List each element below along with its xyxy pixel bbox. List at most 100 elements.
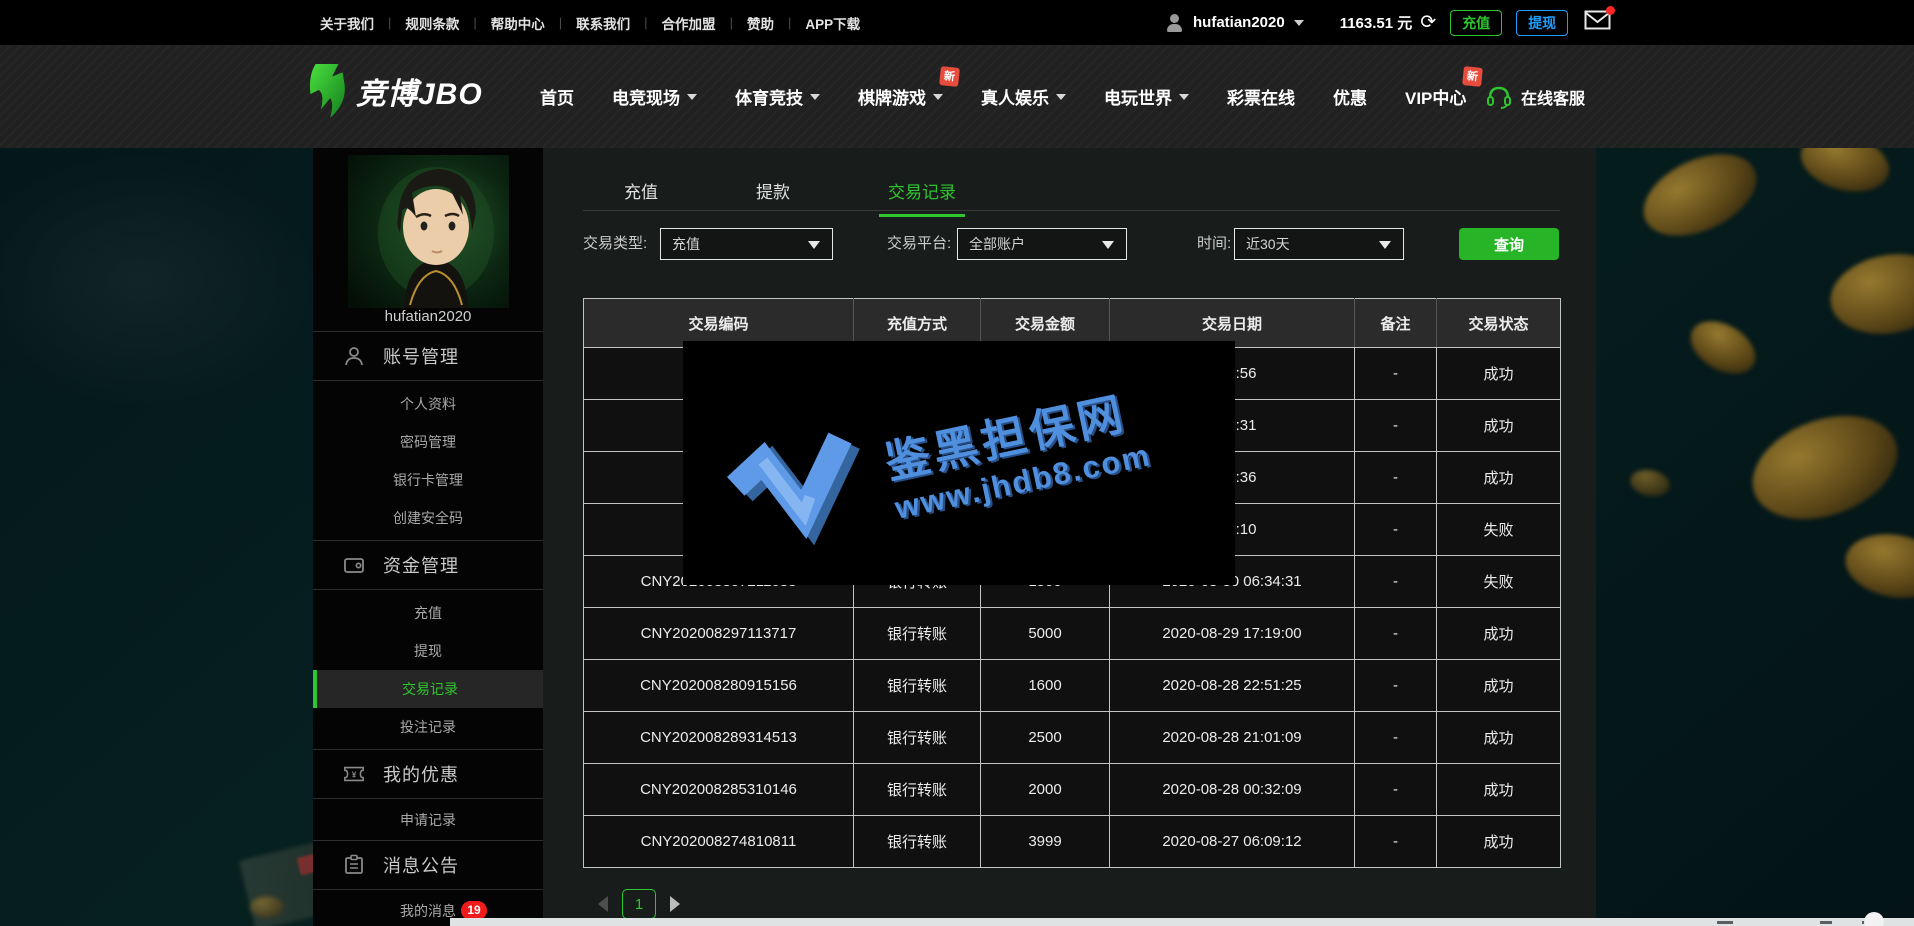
table-cell: 成功 xyxy=(1437,660,1561,712)
table-cell: 2020-08-28 22:51:25 xyxy=(1110,660,1355,712)
chevron-down-icon xyxy=(687,94,697,100)
transaction-type-select[interactable]: 充值 xyxy=(660,228,833,260)
table-cell: - xyxy=(1355,400,1437,452)
table-cell: 2020-08-28 00:32:09 xyxy=(1110,764,1355,816)
nav-item-7[interactable]: 优惠 xyxy=(1333,84,1367,109)
sidebar-menu: 账号管理个人资料密码管理银行卡管理创建安全码资金管理充值提现交易记录投注记录¥我… xyxy=(313,332,543,926)
table-cell: 银行转账 xyxy=(854,764,981,816)
next-page-arrow[interactable] xyxy=(670,896,680,912)
sidebar-item-0-0[interactable]: 个人资料 xyxy=(313,385,543,423)
nav-item-8[interactable]: VIP中心新 xyxy=(1405,84,1466,109)
table-row: CNY202008285310146银行转账20002020-08-28 00:… xyxy=(584,764,1561,816)
topbar-user-area: hufatian2020 1163.51 元 ⟳ 充值 提现 xyxy=(1165,0,1611,45)
sidebar: hufatian2020 账号管理个人资料密码管理银行卡管理创建安全码资金管理充… xyxy=(313,148,543,926)
topbar-link-2[interactable]: 帮助中心 xyxy=(491,13,545,33)
platform-value: 全部账户 xyxy=(969,229,1025,259)
sidebar-section-1[interactable]: 资金管理 xyxy=(313,540,543,590)
search-button[interactable]: 查询 xyxy=(1459,228,1559,260)
sidebar-item-2-0[interactable]: 申请记录 xyxy=(313,801,543,839)
chevron-down-icon xyxy=(1056,94,1066,100)
refresh-icon[interactable]: ⟳ xyxy=(1420,13,1436,32)
sidebar-item-1-0[interactable]: 充值 xyxy=(313,594,543,632)
sidebar-item-0-3[interactable]: 创建安全码 xyxy=(313,499,543,537)
withdraw-button[interactable]: 提现 xyxy=(1516,10,1568,36)
sidebar-group-1: 充值提现交易记录投注记录 xyxy=(313,590,543,750)
sidebar-section-0[interactable]: 账号管理 xyxy=(313,331,543,381)
page: 关于我们|规则条款|帮助中心|联系我们|合作加盟|赞助|APP下载 hufati… xyxy=(0,0,1914,926)
corner-widget[interactable] xyxy=(1864,912,1884,926)
nav-item-1[interactable]: 电竞现场 xyxy=(612,84,697,109)
nav-item-2[interactable]: 体育竞技 xyxy=(735,84,820,109)
new-badge: 新 xyxy=(1462,66,1483,87)
table-header-cell: 交易状态 xyxy=(1437,299,1561,348)
coin-decoration xyxy=(1840,527,1914,605)
time-select[interactable]: 近30天 xyxy=(1234,228,1404,260)
topbar-link-6[interactable]: APP下载 xyxy=(805,13,860,33)
platform-select[interactable]: 全部账户 xyxy=(957,228,1127,260)
nav-item-0[interactable]: 首页 xyxy=(540,84,574,109)
table-cell: 2000 xyxy=(981,764,1110,816)
topbar-link-1[interactable]: 规则条款 xyxy=(405,13,459,33)
page-number[interactable]: 1 xyxy=(622,889,656,919)
logo[interactable]: 竞博JBO xyxy=(306,63,483,119)
mail-icon[interactable] xyxy=(1584,10,1611,35)
sidebar-section-2[interactable]: ¥我的优惠 xyxy=(313,749,543,799)
sidebar-item-0-1[interactable]: 密码管理 xyxy=(313,423,543,461)
table-cell: - xyxy=(1355,816,1437,868)
table-cell: - xyxy=(1355,348,1437,400)
sidebar-section-title: 消息公告 xyxy=(383,852,459,878)
topbar-link-4[interactable]: 合作加盟 xyxy=(662,13,716,33)
link-separator: | xyxy=(473,15,476,30)
sidebar-item-1-1[interactable]: 提现 xyxy=(313,632,543,670)
table-cell: 2020-08-27 06:09:12 xyxy=(1110,816,1355,868)
topbar-link-5[interactable]: 赞助 xyxy=(747,13,774,33)
time-value: 近30天 xyxy=(1246,229,1290,259)
tabs: 充值提款交易记录 xyxy=(583,172,1560,211)
board-icon xyxy=(343,854,365,876)
nav-item-3[interactable]: 棋牌游戏新 xyxy=(858,84,943,109)
nav-item-4[interactable]: 真人娱乐 xyxy=(981,84,1066,109)
nav-item-5[interactable]: 电玩世界 xyxy=(1104,84,1189,109)
online-service[interactable]: 在线客服 xyxy=(1486,45,1585,148)
wallet-icon xyxy=(343,554,365,576)
table-cell: - xyxy=(1355,556,1437,608)
nav-item-label: 棋牌游戏 xyxy=(858,84,926,109)
topbar-links: 关于我们|规则条款|帮助中心|联系我们|合作加盟|赞助|APP下载 xyxy=(320,0,860,45)
table-cell: 3999 xyxy=(981,816,1110,868)
chevron-down-icon[interactable] xyxy=(1294,20,1304,26)
sidebar-section-3[interactable]: 消息公告 xyxy=(313,840,543,890)
coin-decoration xyxy=(1824,245,1914,343)
logo-icon xyxy=(306,63,348,119)
nav-item-6[interactable]: 彩票在线 xyxy=(1227,84,1295,109)
tab-0[interactable]: 充值 xyxy=(615,172,667,214)
table-cell: - xyxy=(1355,712,1437,764)
table-cell: 银行转账 xyxy=(854,608,981,660)
table-cell: 2020-08-29 17:19:00 xyxy=(1110,608,1355,660)
deposit-button[interactable]: 充值 xyxy=(1450,10,1502,36)
table-row: CNY202008274810811银行转账39992020-08-27 06:… xyxy=(584,816,1561,868)
coin-decoration xyxy=(250,896,284,918)
user-icon xyxy=(1165,13,1185,33)
table-cell: 成功 xyxy=(1437,764,1561,816)
chevron-down-icon xyxy=(1102,241,1114,249)
topbar-link-3[interactable]: 联系我们 xyxy=(576,13,630,33)
table-cell: 成功 xyxy=(1437,348,1561,400)
watermark-logo-icon xyxy=(702,401,892,585)
nav-item-label: 真人娱乐 xyxy=(981,84,1049,109)
table-cell: CNY202008285310146 xyxy=(584,764,854,816)
table-cell: 成功 xyxy=(1437,452,1561,504)
prev-page-arrow[interactable] xyxy=(598,896,608,912)
tab-1[interactable]: 提款 xyxy=(747,172,799,214)
sidebar-item-1-2[interactable]: 交易记录 xyxy=(313,670,543,708)
table-cell: 失败 xyxy=(1437,556,1561,608)
smoke-decoration xyxy=(0,150,320,410)
topbar-link-0[interactable]: 关于我们 xyxy=(320,13,374,33)
nav-item-label: 彩票在线 xyxy=(1227,84,1295,109)
transaction-type-value: 充值 xyxy=(672,229,700,259)
username[interactable]: hufatian2020 xyxy=(1193,14,1285,31)
sidebar-item-1-3[interactable]: 投注记录 xyxy=(313,708,543,746)
logo-text: 竞博JBO xyxy=(356,69,483,113)
tab-2[interactable]: 交易记录 xyxy=(879,172,965,217)
table-row: CNY202008280915156银行转账16002020-08-28 22:… xyxy=(584,660,1561,712)
sidebar-item-0-2[interactable]: 银行卡管理 xyxy=(313,461,543,499)
